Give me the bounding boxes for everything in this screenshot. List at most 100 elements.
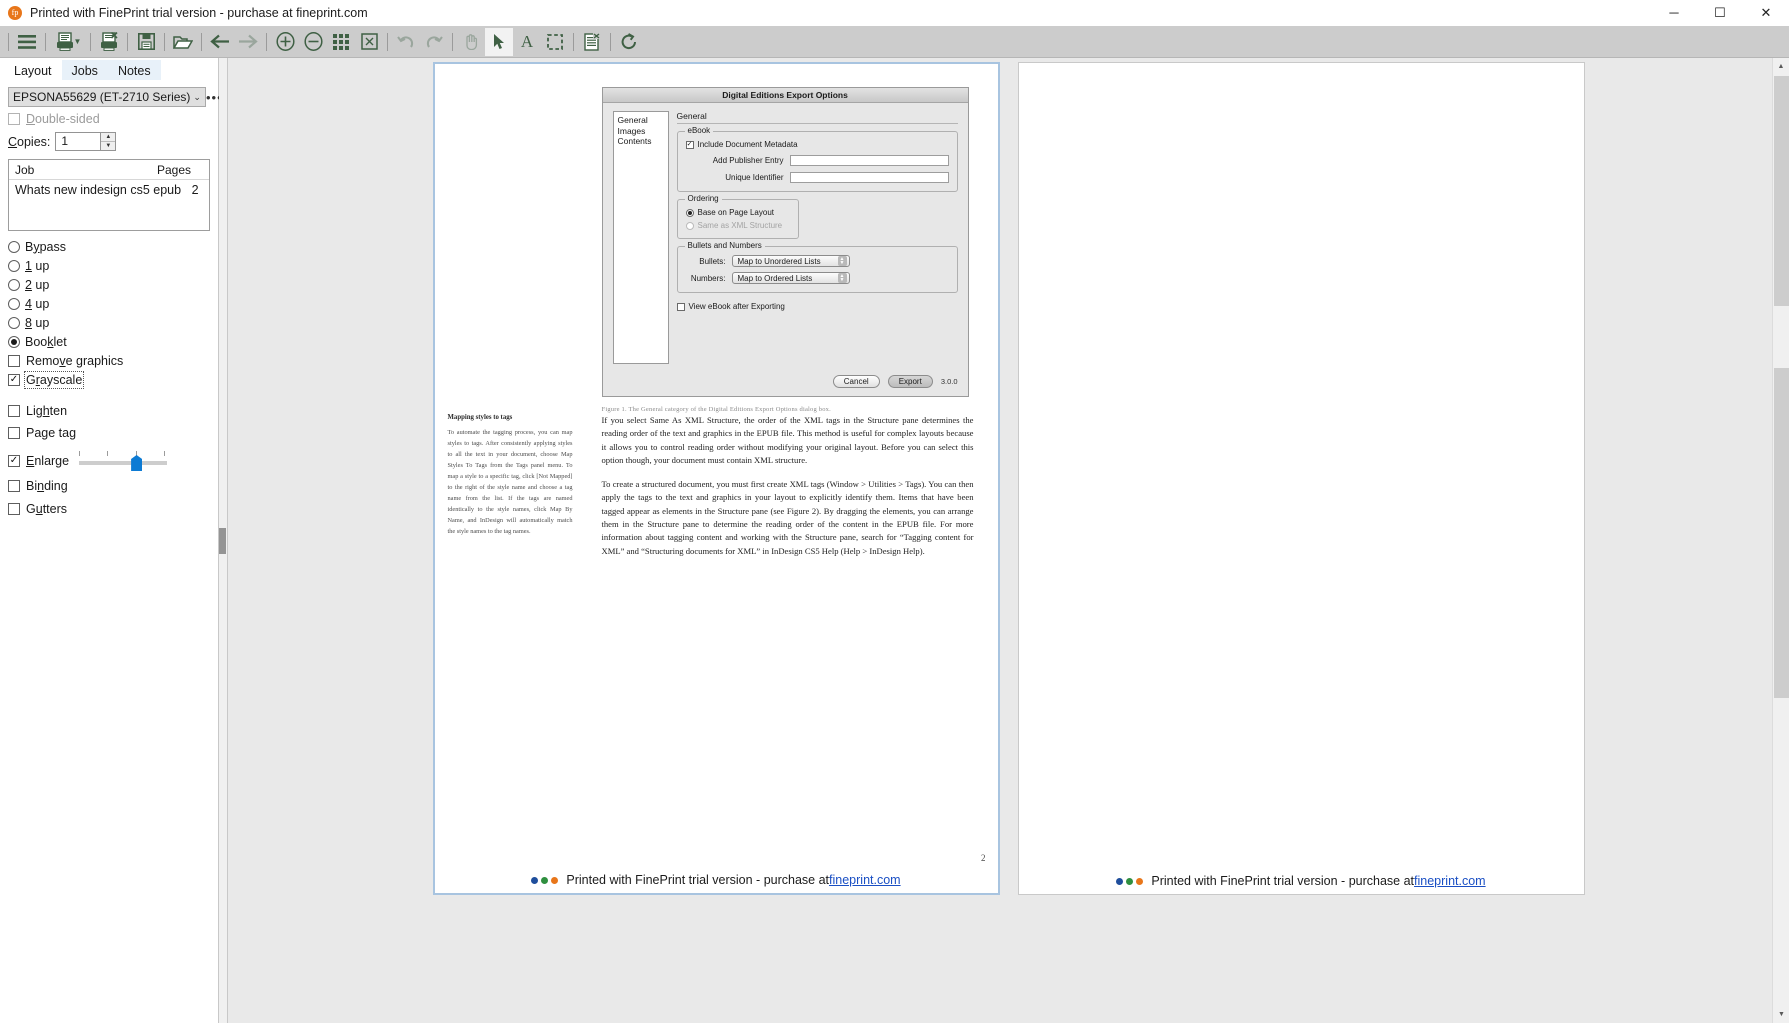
option-grayscale-label: Grayscale (23, 370, 85, 389)
publisher-entry-input[interactable] (789, 155, 949, 166)
option-8-up[interactable]: 8 up (8, 313, 218, 332)
bullets-select-arrows-icon: ▲ ▼ (837, 256, 847, 266)
tab-notes[interactable]: Notes (107, 60, 161, 80)
footer-link-left[interactable]: fineprint.com (829, 873, 901, 887)
view-after-export-row[interactable]: View eBook after Exporting (676, 302, 958, 311)
view-ebook-after-export-checkbox[interactable] (676, 302, 685, 311)
bullets-select[interactable]: Map to Unordered Lists ▲ ▼ (731, 255, 850, 267)
minimize-button[interactable]: ─ (1651, 0, 1697, 26)
text-tool-icon[interactable]: A (513, 28, 541, 56)
four-up-radio[interactable] (8, 297, 20, 310)
include-metadata-row[interactable]: ✓ Include Document Metadata (685, 140, 949, 149)
title-bar: fp Printed with FinePrint trial version … (0, 0, 1789, 26)
base-on-page-layout-radio[interactable] (685, 208, 694, 217)
back-arrow-icon[interactable] (206, 28, 234, 56)
option-2-up[interactable]: 2 up (8, 275, 218, 294)
export-button[interactable]: Export (887, 375, 933, 388)
dialog-category-general[interactable]: General (618, 115, 668, 126)
fineprint-dots-icon (1116, 877, 1144, 885)
fit-page-icon[interactable] (355, 28, 383, 56)
remove-graphics-checkbox[interactable] (8, 354, 20, 367)
copies-input[interactable]: 1 (56, 133, 100, 150)
page-preview-right[interactable]: Printed with FinePrint trial version - p… (1017, 62, 1585, 895)
option-bypass[interactable]: Bypass (8, 237, 218, 256)
grayscale-checkbox[interactable]: ✓ (8, 373, 20, 386)
option-page-tag[interactable]: Page tag (8, 423, 218, 442)
marquee-tool-icon[interactable] (541, 28, 569, 56)
copies-increment-icon[interactable]: ▲ (101, 133, 116, 141)
lighten-checkbox[interactable] (8, 404, 20, 417)
panel-divider[interactable] (219, 58, 228, 1023)
option-booklet-label: Booklet (25, 334, 67, 349)
dialog-category-contents[interactable]: Contents (618, 136, 668, 147)
printer-select-value: EPSONA55629 (ET-2710 Series) (13, 90, 191, 104)
save-icon[interactable] (132, 28, 160, 56)
printer-select[interactable]: EPSONA55629 (ET-2710 Series) ⌄ (8, 87, 206, 107)
enlarge-slider-track[interactable] (79, 461, 168, 465)
scroll-down-arrow-icon[interactable]: ▼ (1773, 1006, 1789, 1023)
option-enlarge[interactable]: ✓ Enlarge (8, 450, 218, 472)
menu-icon[interactable] (13, 28, 41, 56)
page-tag-checkbox[interactable] (8, 426, 20, 439)
enlarge-slider-thumb[interactable] (131, 455, 143, 471)
option-booklet[interactable]: Booklet (8, 332, 218, 351)
bypass-radio[interactable] (8, 240, 20, 253)
copies-spin-buttons[interactable]: ▲ ▼ (100, 133, 116, 150)
option-gutters[interactable]: Gutters (8, 499, 218, 518)
option-binding[interactable]: Binding (8, 476, 218, 495)
option-lighten[interactable]: Lighten (8, 401, 218, 420)
option-grayscale[interactable]: ✓ Grayscale (8, 370, 218, 389)
scroll-up-arrow-icon[interactable]: ▲ (1773, 58, 1789, 75)
copies-decrement-icon[interactable]: ▼ (101, 141, 116, 150)
zoom-in-icon[interactable] (271, 28, 299, 56)
toolbar-separator (266, 32, 267, 51)
tab-jobs[interactable]: Jobs (61, 60, 108, 80)
scrollbar-thumb-top[interactable] (1774, 76, 1789, 306)
page-preview-left[interactable]: Digital Editions Export Options General … (432, 62, 1000, 895)
dialog-category-list[interactable]: General Images Contents (612, 111, 669, 364)
option-4-up[interactable]: 4 up (8, 294, 218, 313)
enlarge-checkbox[interactable]: ✓ (8, 455, 20, 467)
enlarge-slider[interactable] (79, 450, 168, 472)
two-up-radio[interactable] (8, 278, 20, 291)
double-sided-row[interactable]: Double-sided (0, 107, 218, 126)
maximize-button[interactable]: ☐ (1697, 0, 1743, 26)
tab-layout[interactable]: Layout (4, 60, 62, 80)
zoom-out-icon[interactable] (299, 28, 327, 56)
double-sided-checkbox[interactable] (8, 113, 20, 125)
same-as-xml-structure-radio (685, 221, 694, 230)
page-properties-icon[interactable] (578, 28, 606, 56)
dialog-category-images[interactable]: Images (618, 126, 668, 137)
table-row[interactable]: Whats new indesign cs5 epub 2 (9, 180, 209, 199)
vertical-scrollbar[interactable]: ▲ ▼ (1772, 58, 1789, 1023)
ordering-option-page-layout[interactable]: Base on Page Layout (685, 208, 790, 217)
thumbnails-grid-icon[interactable] (327, 28, 355, 56)
scrollbar-thumb[interactable] (1774, 368, 1789, 698)
eight-up-radio[interactable] (8, 316, 20, 329)
numbers-select[interactable]: Map to Ordered Lists ▲ ▼ (731, 272, 850, 284)
body-column: If you select Same As XML Structure, the… (602, 414, 974, 569)
refresh-icon[interactable] (615, 28, 643, 56)
footer-link-right[interactable]: fineprint.com (1414, 874, 1486, 888)
binding-checkbox[interactable] (8, 479, 20, 492)
cancel-button[interactable]: Cancel (832, 375, 880, 388)
one-up-radio[interactable] (8, 259, 20, 272)
select-tool-icon[interactable] (485, 27, 513, 56)
print-dropdown-caret-icon[interactable]: ▼ (74, 37, 82, 46)
copies-stepper[interactable]: 1 ▲ ▼ (55, 132, 117, 151)
bullets-numbers-group: Bullets and Numbers Bullets: Map to Unor… (676, 241, 958, 293)
option-remove-graphics[interactable]: Remove graphics (8, 351, 218, 370)
dialog-title: Digital Editions Export Options (602, 88, 968, 103)
job-pages-cell: 2 (191, 182, 199, 197)
close-button[interactable]: ✕ (1743, 0, 1789, 26)
unique-identifier-input[interactable] (789, 172, 949, 183)
booklet-radio[interactable] (8, 335, 20, 348)
option-1-up[interactable]: 1 up (8, 256, 218, 275)
print-icon[interactable]: ▼ (50, 28, 86, 56)
delete-job-icon[interactable] (95, 28, 123, 56)
bullets-select-value: Map to Unordered Lists (737, 256, 821, 266)
include-metadata-checkbox[interactable]: ✓ (685, 140, 694, 149)
panel-divider-grip[interactable] (219, 527, 226, 554)
gutters-checkbox[interactable] (8, 502, 20, 515)
open-folder-icon[interactable] (169, 28, 197, 56)
